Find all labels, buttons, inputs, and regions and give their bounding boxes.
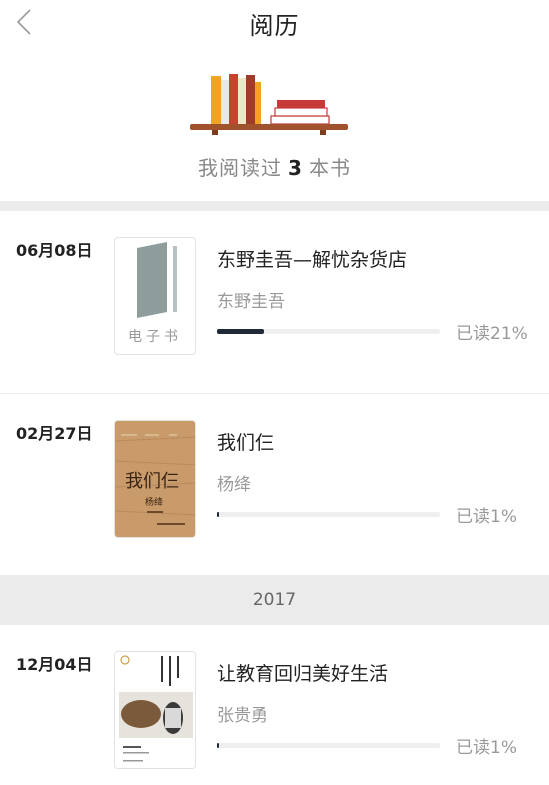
page-title: 阅历	[249, 12, 300, 40]
read-date: 06月08日	[16, 241, 93, 260]
book-title: 我们仨	[217, 432, 275, 454]
book-cover[interactable]: 我们仨 杨绛	[114, 420, 196, 538]
summary-suffix: 本书	[308, 156, 351, 180]
progress-label: 已读1%	[456, 507, 517, 527]
book-item[interactable]: 06月08日 电子书 东野圭吾—解忧杂货店 东野圭吾 已读21%	[0, 211, 549, 391]
summary-prefix: 我阅读过	[198, 156, 283, 180]
progress-track	[217, 512, 440, 517]
progress-track	[217, 329, 440, 334]
progress-fill	[217, 743, 220, 748]
progress-label: 已读1%	[456, 738, 517, 758]
book-item[interactable]: 02月27日 我们仨 杨绛 我们仨 杨绛 已读1%	[0, 394, 549, 574]
book-author: 杨绛	[217, 475, 251, 495]
book-cover[interactable]	[114, 651, 196, 769]
read-date: 02月27日	[16, 424, 93, 443]
section-separator	[0, 201, 549, 211]
cover-author: 杨绛	[145, 498, 164, 508]
book-title: 让教育回归美好生活	[217, 663, 389, 685]
progress-fill	[217, 512, 220, 517]
read-date: 12月04日	[16, 655, 93, 674]
photo-cover-art	[115, 652, 195, 768]
progress-label: 已读21%	[456, 324, 528, 344]
top-bar: 阅历	[0, 0, 549, 44]
read-summary: 我阅读过 3 本书	[0, 152, 549, 181]
progress-fill	[217, 329, 264, 334]
bookshelf-icon	[190, 74, 348, 135]
book-cover[interactable]: 电子书	[114, 237, 196, 355]
ebook-label: 电子书	[128, 329, 182, 345]
year-divider: 2017	[0, 575, 549, 625]
summary-count: 3	[288, 156, 303, 180]
book-author: 东野圭吾	[217, 292, 285, 312]
progress-track	[217, 743, 440, 748]
book-author: 张贵勇	[217, 706, 268, 726]
book-item[interactable]: 12月04日 让教育回归美好生活 张贵勇 已读1%	[0, 625, 549, 785]
book-title: 东野圭吾—解忧杂货店	[217, 249, 408, 271]
cover-title: 我们仨	[125, 471, 179, 492]
